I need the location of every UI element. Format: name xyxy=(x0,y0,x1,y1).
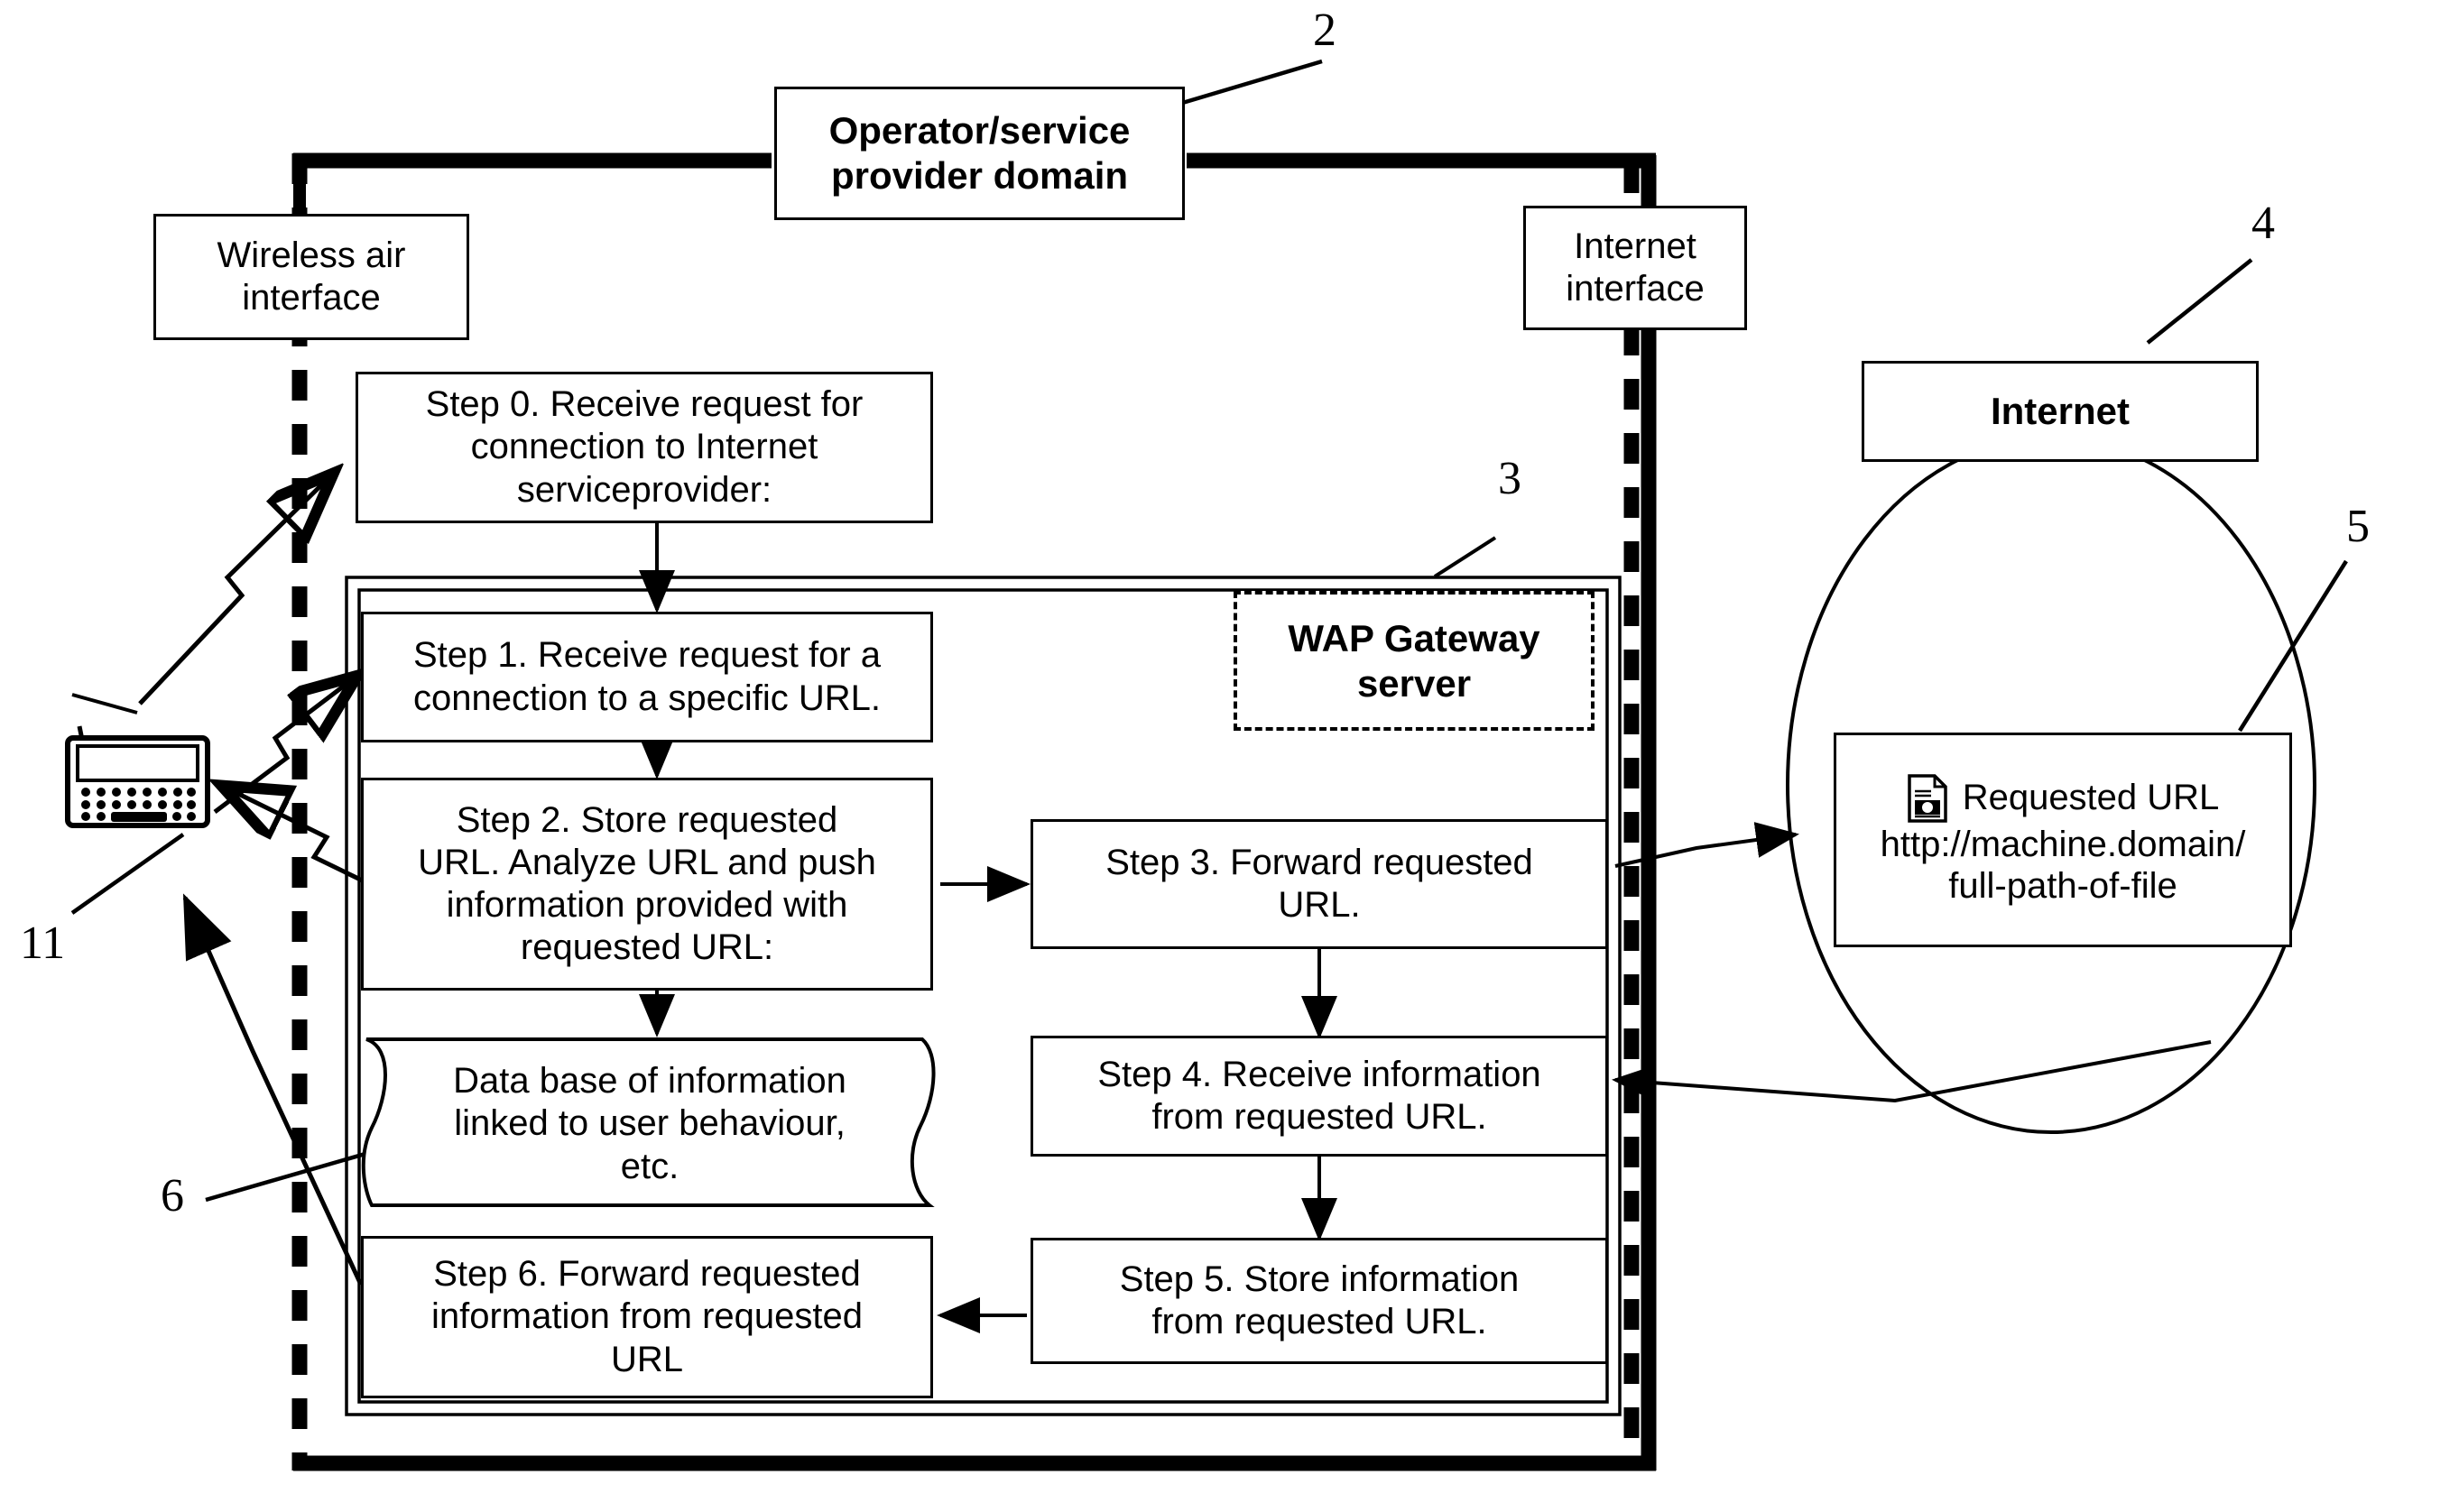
document-icon xyxy=(1907,774,1947,823)
reference-numeral-11: 11 xyxy=(20,917,66,969)
wap-gateway-server-label: WAP Gateway server xyxy=(1288,616,1540,705)
step-2-label: Step 2. Store requested URL. Analyze URL… xyxy=(418,799,876,968)
reference-numeral-6: 6 xyxy=(161,1170,184,1222)
reference-numeral-5: 5 xyxy=(2346,501,2370,552)
pda-device-icon[interactable] xyxy=(65,725,210,828)
patent-figure-canvas: 2 3 4 5 6 11 Operator/service provider d… xyxy=(0,0,2459,1512)
operator-service-provider-domain-box: Operator/service provider domain xyxy=(774,87,1185,220)
requested-url-title: Requested URL xyxy=(1962,778,2220,818)
wap-gateway-server-box: WAP Gateway server xyxy=(1234,591,1595,731)
step-1-box: Step 1. Receive request for a connection… xyxy=(361,612,933,742)
internet-interface-label: Internet interface xyxy=(1566,226,1705,309)
step-6-label: Step 6. Forward requested information fr… xyxy=(430,1254,863,1379)
wireless-arrow-to-step1 xyxy=(213,678,354,814)
step-5-box: Step 5. Store information from requested… xyxy=(1031,1238,1608,1364)
step-0-label: Step 0. Receive request for connection t… xyxy=(425,384,864,510)
internet-box-label: Internet xyxy=(1990,390,2130,433)
reference-numeral-4: 4 xyxy=(2251,198,2275,249)
requested-url-box: Requested URL http://machine.domain/ ful… xyxy=(1834,733,2292,947)
reference-numeral-2: 2 xyxy=(1313,5,1336,56)
step-3-label: Step 3. Forward requested URL. xyxy=(1105,842,1533,925)
step-6-box: Step 6. Forward requested information fr… xyxy=(361,1236,933,1398)
leader-11 xyxy=(70,833,185,915)
terminal-uplink-line xyxy=(71,693,138,715)
requested-url-line1: http://machine.domain/ xyxy=(1880,825,2246,864)
database-label: Data base of information linked to user … xyxy=(453,1061,846,1186)
step-5-label: Step 5. Store information from requested… xyxy=(1119,1258,1520,1341)
leader-3 xyxy=(1433,536,1497,578)
arrow-cloud-to-step4 xyxy=(1612,1040,2212,1103)
internet-interface-box: Internet interface xyxy=(1523,206,1747,330)
leader-2 xyxy=(1169,59,1323,109)
step-4-box: Step 4. Receive information from request… xyxy=(1031,1036,1608,1157)
requested-url-line2: full-path-of-file xyxy=(1948,866,2177,906)
arrow-step3-to-cloud xyxy=(1614,822,1799,868)
step-4-label: Step 4. Receive information from request… xyxy=(1097,1054,1541,1137)
leader-5 xyxy=(2238,559,2348,733)
wireless-arrow-to-step0 xyxy=(138,476,330,705)
leader-4 xyxy=(2146,258,2253,345)
wireless-air-interface-box: Wireless air interface xyxy=(153,214,469,340)
step-2-box: Step 2. Store requested URL. Analyze URL… xyxy=(361,778,933,991)
step-1-label: Step 1. Receive request for a connection… xyxy=(412,635,882,718)
step-0-box: Step 0. Receive request for connection t… xyxy=(356,372,933,523)
wireless-air-interface-label: Wireless air interface xyxy=(217,235,406,318)
wireless-arrow-from-step2-to-terminal xyxy=(226,788,381,891)
operator-domain-label: Operator/service provider domain xyxy=(828,109,1131,197)
arrow-step6-to-terminal xyxy=(182,893,364,1286)
internet-box: Internet xyxy=(1862,361,2259,462)
step-3-box: Step 3. Forward requested URL. xyxy=(1031,819,1608,949)
reference-numeral-3: 3 xyxy=(1498,453,1521,504)
database-box: Data base of information linked to user … xyxy=(370,1039,929,1209)
